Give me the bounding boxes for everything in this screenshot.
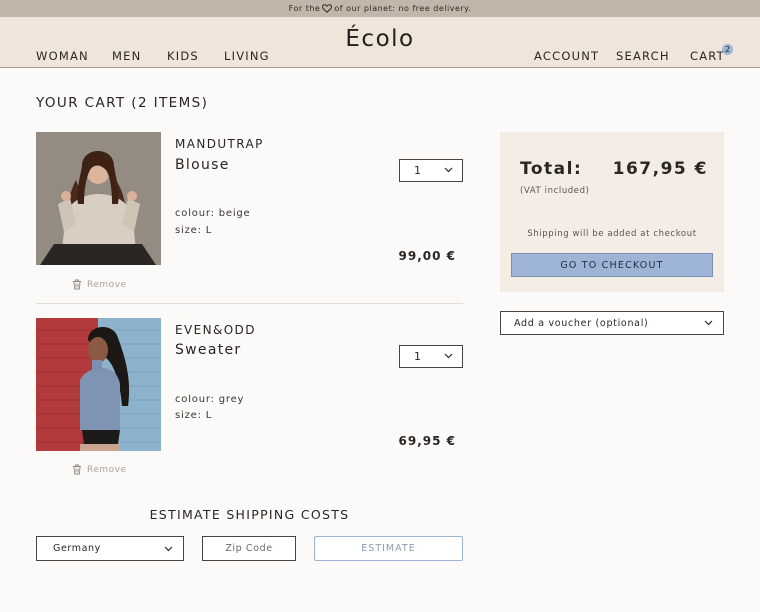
product-price: 69,95 € <box>398 434 456 448</box>
chevron-down-icon <box>444 167 453 173</box>
order-summary: Total: 167,95 € (VAT included) Shipping … <box>500 132 724 292</box>
quantity-select[interactable]: 1 <box>399 159 463 182</box>
product-colour: colour: grey <box>175 394 245 405</box>
chevron-down-icon <box>704 320 713 326</box>
trash-icon <box>73 464 81 475</box>
shipping-note: Shipping will be added at checkout <box>527 229 697 239</box>
checkout-button[interactable]: GO TO CHECKOUT <box>511 253 713 277</box>
quantity-value: 1 <box>414 350 421 363</box>
estimate-shipping-title: ESTIMATE SHIPPING COSTS <box>149 507 350 522</box>
nav-cart[interactable]: CART <box>690 49 725 63</box>
country-select[interactable]: Germany <box>36 536 184 561</box>
vat-note: (VAT included) <box>520 186 590 196</box>
nav-kids[interactable]: KIDS <box>167 49 199 63</box>
total-label: Total: <box>520 159 583 179</box>
product-name[interactable]: Sweater <box>175 342 242 358</box>
remove-label: Remove <box>87 464 127 475</box>
nav-search[interactable]: SEARCH <box>616 49 670 63</box>
remove-item-sweater[interactable]: Remove <box>72 464 127 475</box>
site-header: Écolo WOMAN MEN KIDS LIVING ACCOUNT SEAR… <box>0 17 760 68</box>
product-colour: colour: beige <box>175 208 251 219</box>
total-value: 167,95 € <box>612 159 708 179</box>
quantity-select[interactable]: 1 <box>399 345 463 368</box>
estimate-button[interactable]: ESTIMATE <box>314 536 463 561</box>
item-divider <box>36 303 463 304</box>
nav-account[interactable]: ACCOUNT <box>534 49 599 63</box>
trash-icon <box>73 279 81 290</box>
promo-text-after: of our planet: no free delivery. <box>334 4 472 13</box>
quantity-value: 1 <box>414 164 421 177</box>
product-brand: MANDUTRAP <box>175 137 264 151</box>
product-brand: EVEN&ODD <box>175 323 256 337</box>
remove-label: Remove <box>87 279 127 290</box>
product-name[interactable]: Blouse <box>175 157 230 173</box>
heart-icon <box>322 4 333 13</box>
product-image-blouse[interactable] <box>36 132 161 265</box>
nav-woman[interactable]: WOMAN <box>36 49 89 63</box>
chevron-down-icon <box>444 353 453 359</box>
product-image-sweater[interactable] <box>36 318 161 451</box>
product-price: 99,00 € <box>398 249 456 263</box>
sweater-photo-illustration <box>36 318 161 451</box>
cart-count-badge: 2 <box>722 44 733 55</box>
blouse-photo-illustration <box>36 132 161 265</box>
remove-item-blouse[interactable]: Remove <box>72 279 127 290</box>
voucher-dropdown[interactable]: Add a voucher (optional) <box>500 311 724 335</box>
page-title: YOUR CART (2 ITEMS) <box>36 95 209 111</box>
promo-text-before: For the <box>288 4 321 13</box>
nav-men[interactable]: MEN <box>112 49 141 63</box>
nav-living[interactable]: LIVING <box>224 49 270 63</box>
product-size: size: L <box>175 225 213 236</box>
zip-code-input[interactable] <box>202 536 296 561</box>
product-size: size: L <box>175 410 213 421</box>
promo-bar: For the of our planet: no free delivery. <box>0 0 760 17</box>
voucher-label: Add a voucher (optional) <box>514 317 649 329</box>
chevron-down-icon <box>164 546 173 552</box>
country-value: Germany <box>53 543 101 554</box>
